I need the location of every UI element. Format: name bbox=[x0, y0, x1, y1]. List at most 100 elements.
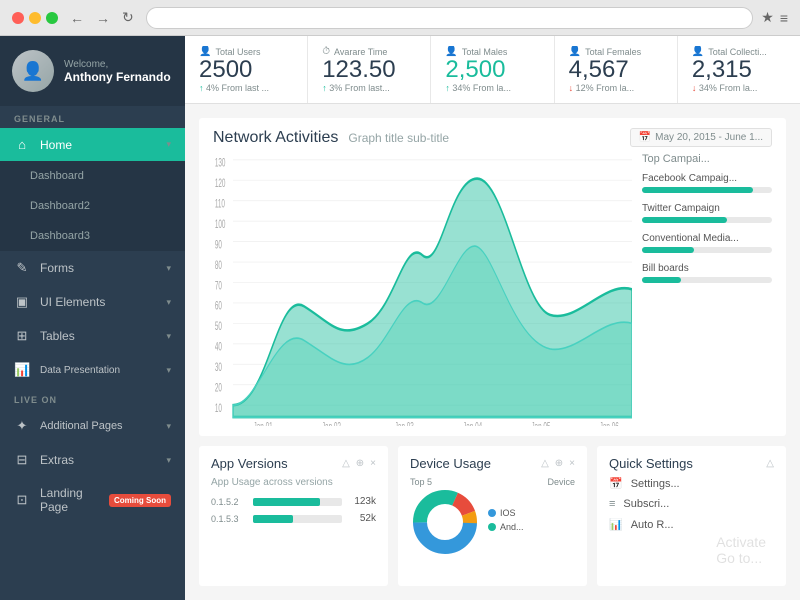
campaign-bar-bg bbox=[642, 187, 772, 193]
svg-text:70: 70 bbox=[215, 280, 222, 294]
device-legend: IOS And... bbox=[488, 508, 575, 536]
chevron-icon: ▾ bbox=[166, 455, 171, 466]
ios-label: IOS bbox=[500, 508, 516, 518]
campaign-bar-facebook bbox=[642, 187, 753, 193]
quick-settings-card: Quick Settings △ 📅 Settings... ≡ Subscri… bbox=[597, 446, 786, 586]
sidebar-item-dashboard[interactable]: Dashboard bbox=[0, 161, 185, 191]
app-versions-subtitle: App Usage across versions bbox=[211, 477, 376, 488]
main-content: 👤 Total Users 2500 ↑ 4% From last ... ⏱ … bbox=[185, 36, 800, 600]
app-versions-title: App Versions bbox=[211, 456, 288, 471]
version-bar-bg-1 bbox=[253, 498, 342, 506]
stat-value-total-users: 2500 bbox=[199, 57, 293, 83]
activate-watermark: ActivateGo to... bbox=[716, 534, 766, 566]
app-versions-header: App Versions △ ⊕ × bbox=[211, 456, 376, 471]
sidebar-item-home[interactable]: ⌂ Home ▾ bbox=[0, 128, 185, 161]
sidebar-item-ui-elements-label: UI Elements bbox=[40, 295, 156, 309]
svg-text:Jan 04: Jan 04 bbox=[463, 421, 483, 426]
chevron-icon: ▾ bbox=[166, 139, 171, 150]
additional-pages-icon: ✦ bbox=[14, 418, 30, 434]
pin-icon[interactable]: ⊕ bbox=[555, 458, 563, 469]
svg-text:Jan 02: Jan 02 bbox=[322, 421, 341, 426]
qs-subscribe-label: Subscri... bbox=[623, 498, 669, 510]
sidebar-item-dashboard2[interactable]: Dashboard2 bbox=[0, 191, 185, 221]
refresh-button[interactable]: ↻ bbox=[118, 7, 138, 28]
network-subtitle: Graph title sub-title bbox=[348, 131, 449, 145]
device-chart-area: IOS And... bbox=[410, 487, 575, 557]
browser-chrome: ← → ↻ ★ ≡ bbox=[0, 0, 800, 36]
qs-auto-label: Auto R... bbox=[631, 519, 674, 531]
avatar: 👤 bbox=[12, 50, 54, 92]
campaign-title: Top Campai... bbox=[642, 153, 772, 165]
address-bar[interactable] bbox=[146, 7, 754, 29]
svg-text:10: 10 bbox=[215, 402, 222, 416]
forward-button[interactable]: → bbox=[92, 7, 114, 28]
chevron-icon: ▾ bbox=[166, 421, 171, 432]
close-icon[interactable]: × bbox=[569, 458, 575, 469]
sidebar-item-tables[interactable]: ⊞ Tables ▾ bbox=[0, 319, 185, 353]
chevron-icon: ▾ bbox=[166, 331, 171, 342]
chevron-icon: ▾ bbox=[166, 297, 171, 308]
sidebar-item-additional-pages[interactable]: ✦ Additional Pages ▾ bbox=[0, 409, 185, 443]
sidebar-item-dashboard3-label: Dashboard3 bbox=[30, 230, 171, 242]
star-button[interactable]: ★ bbox=[761, 9, 774, 26]
minimize-button[interactable] bbox=[29, 12, 41, 24]
sidebar-item-forms[interactable]: ✎ Forms ▾ bbox=[0, 251, 185, 285]
device-usage-header: Device Usage △ ⊕ × bbox=[410, 456, 575, 471]
maximize-button[interactable] bbox=[46, 12, 58, 24]
app-version-item-2: 0.1.5.3 52k bbox=[211, 513, 376, 524]
sidebar-item-data-presentation[interactable]: 📊 Data Presentation ▾ bbox=[0, 353, 185, 387]
up-icon[interactable]: △ bbox=[342, 458, 350, 469]
close-icon[interactable]: × bbox=[370, 458, 376, 469]
back-button[interactable]: ← bbox=[66, 7, 88, 28]
android-dot bbox=[488, 523, 496, 531]
extras-icon: ⊟ bbox=[14, 452, 30, 468]
content-area: Network Activities Graph title sub-title… bbox=[185, 104, 800, 600]
qs-item-settings: 📅 Settings... bbox=[609, 477, 774, 490]
campaign-bar-billboards bbox=[642, 277, 681, 283]
donut-chart bbox=[410, 487, 480, 557]
coming-soon-badge: Coming Soon bbox=[109, 494, 171, 507]
qs-settings-label: Settings... bbox=[631, 478, 680, 490]
campaign-item-conventional: Conventional Media... bbox=[642, 233, 772, 253]
svg-text:Jan 06: Jan 06 bbox=[600, 421, 619, 426]
sidebar-item-extras[interactable]: ⊟ Extras ▾ bbox=[0, 443, 185, 477]
tables-icon: ⊞ bbox=[14, 328, 30, 344]
svg-text:Jan 05: Jan 05 bbox=[531, 421, 550, 426]
sidebar-item-home-label: Home bbox=[40, 138, 156, 152]
device-label: Device bbox=[547, 477, 575, 487]
menu-button[interactable]: ≡ bbox=[780, 9, 788, 26]
stat-change-avarare-time: ↑ 3% From last... bbox=[322, 83, 416, 93]
stat-card-total-females: 👤 Total Females 4,567 ↓ 12% From la... bbox=[555, 36, 678, 103]
version-count-1: 123k bbox=[348, 496, 376, 507]
up-icon[interactable]: △ bbox=[766, 458, 774, 469]
device-usage-card: Device Usage △ ⊕ × Top 5 Device bbox=[398, 446, 587, 586]
sidebar-item-ui-elements[interactable]: ▣ UI Elements ▾ bbox=[0, 285, 185, 319]
data-presentation-icon: 📊 bbox=[14, 362, 30, 378]
date-range[interactable]: 📅 May 20, 2015 - June 1... bbox=[630, 128, 772, 147]
sidebar-item-dashboard3[interactable]: Dashboard3 bbox=[0, 221, 185, 251]
calendar-icon: 📅 bbox=[609, 477, 623, 490]
sidebar-item-landing-page[interactable]: ⊡ Landing Page Coming Soon bbox=[0, 477, 185, 523]
campaign-item-facebook: Facebook Campaig... bbox=[642, 173, 772, 193]
quick-settings-actions: △ bbox=[766, 458, 774, 469]
stat-value-avarare-time: 123.50 bbox=[322, 57, 416, 83]
svg-text:30: 30 bbox=[215, 362, 222, 376]
up-icon[interactable]: △ bbox=[541, 458, 549, 469]
svg-text:100: 100 bbox=[215, 218, 226, 232]
ui-elements-icon: ▣ bbox=[14, 294, 30, 310]
app-layout: 👤 Welcome, Anthony Fernando GENERAL ⌂ Ho… bbox=[0, 36, 800, 600]
stat-change-total-females: ↓ 12% From la... bbox=[569, 83, 663, 93]
pin-icon[interactable]: ⊕ bbox=[356, 458, 364, 469]
landing-page-icon: ⊡ bbox=[14, 492, 30, 508]
stat-change-total-males: ↑ 34% From la... bbox=[445, 83, 539, 93]
chart-icon: 📊 bbox=[609, 518, 623, 531]
campaign-bar-bg bbox=[642, 217, 772, 223]
campaign-item-billboards: Bill boards bbox=[642, 263, 772, 283]
close-button[interactable] bbox=[12, 12, 24, 24]
svg-text:50: 50 bbox=[215, 321, 222, 335]
qs-item-subscribe: ≡ Subscri... bbox=[609, 498, 774, 510]
nav-buttons: ← → ↻ bbox=[66, 7, 138, 28]
campaign-bar-twitter bbox=[642, 217, 727, 223]
sidebar-item-tables-label: Tables bbox=[40, 329, 156, 343]
stat-change-total-users: ↑ 4% From last ... bbox=[199, 83, 293, 93]
